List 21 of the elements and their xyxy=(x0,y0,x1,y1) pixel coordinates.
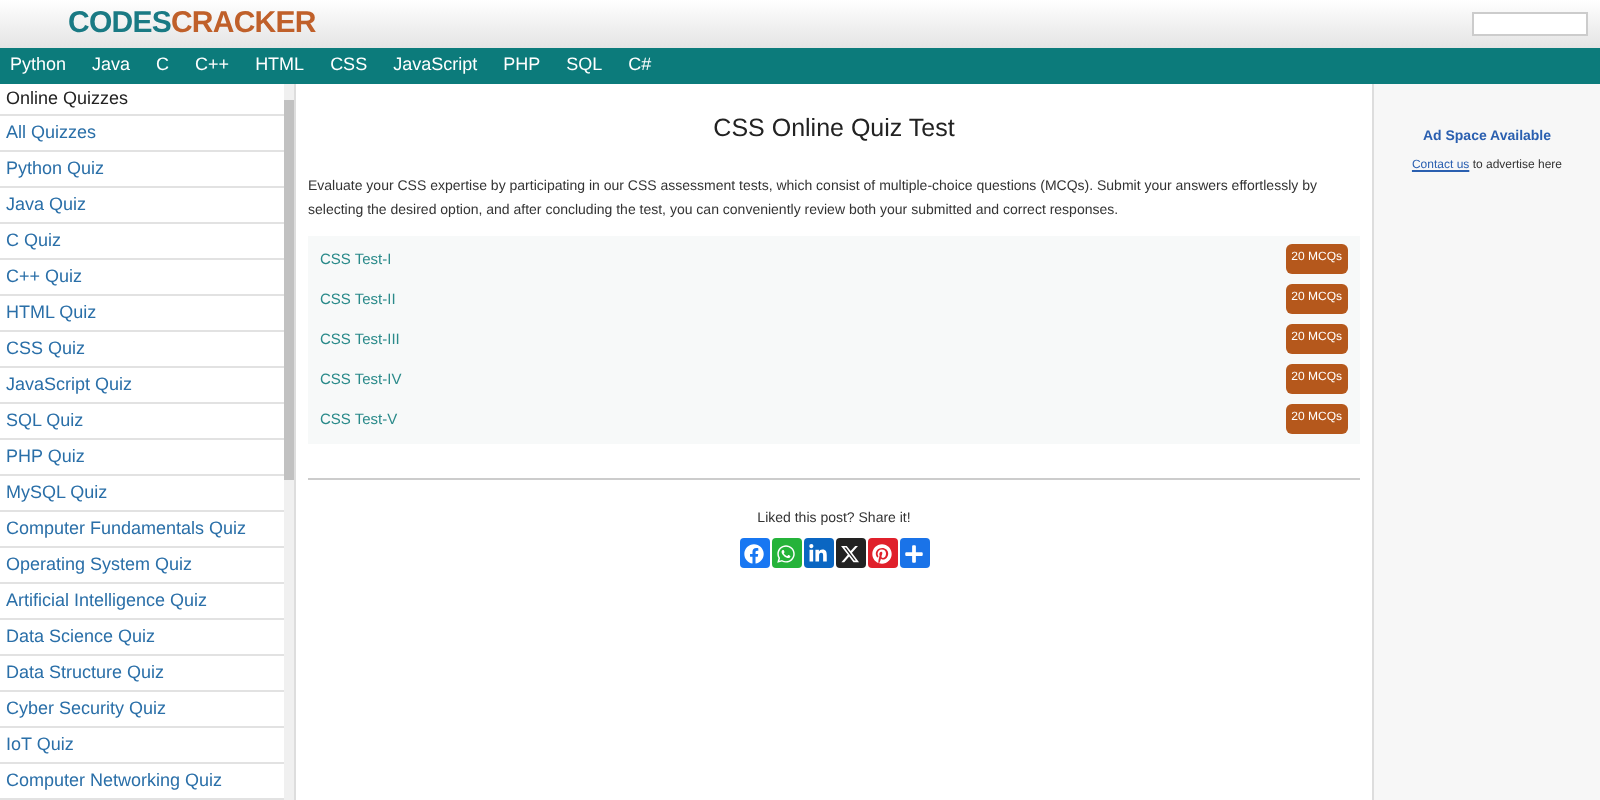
nav-link[interactable]: C xyxy=(156,52,170,80)
facebook-icon xyxy=(744,543,764,564)
search-field[interactable] xyxy=(1472,12,1588,36)
logo[interactable]: CODESCRACKER xyxy=(68,5,316,40)
nav-link[interactable]: SQL xyxy=(566,52,603,80)
nav-link[interactable]: C++ xyxy=(195,52,230,80)
x-icon xyxy=(840,543,860,564)
nav-link[interactable]: Python xyxy=(10,52,67,80)
nav-link[interactable]: HTML xyxy=(255,52,305,80)
nav-link[interactable]: C# xyxy=(628,52,652,80)
nav-link[interactable]: CSS xyxy=(330,52,368,80)
share-button[interactable] xyxy=(835,538,865,569)
linkedin-icon xyxy=(808,543,828,564)
nav-link[interactable]: PHP xyxy=(503,52,541,80)
pinterest-icon xyxy=(872,543,892,564)
page-title: CSS Online Quiz Test xyxy=(711,112,957,146)
plus-icon xyxy=(904,543,924,564)
nav-link[interactable]: JavaScript xyxy=(393,52,478,80)
nav-link[interactable]: Java xyxy=(92,52,131,80)
scrollbar[interactable] xyxy=(284,84,294,800)
whatsapp-icon xyxy=(776,543,796,564)
